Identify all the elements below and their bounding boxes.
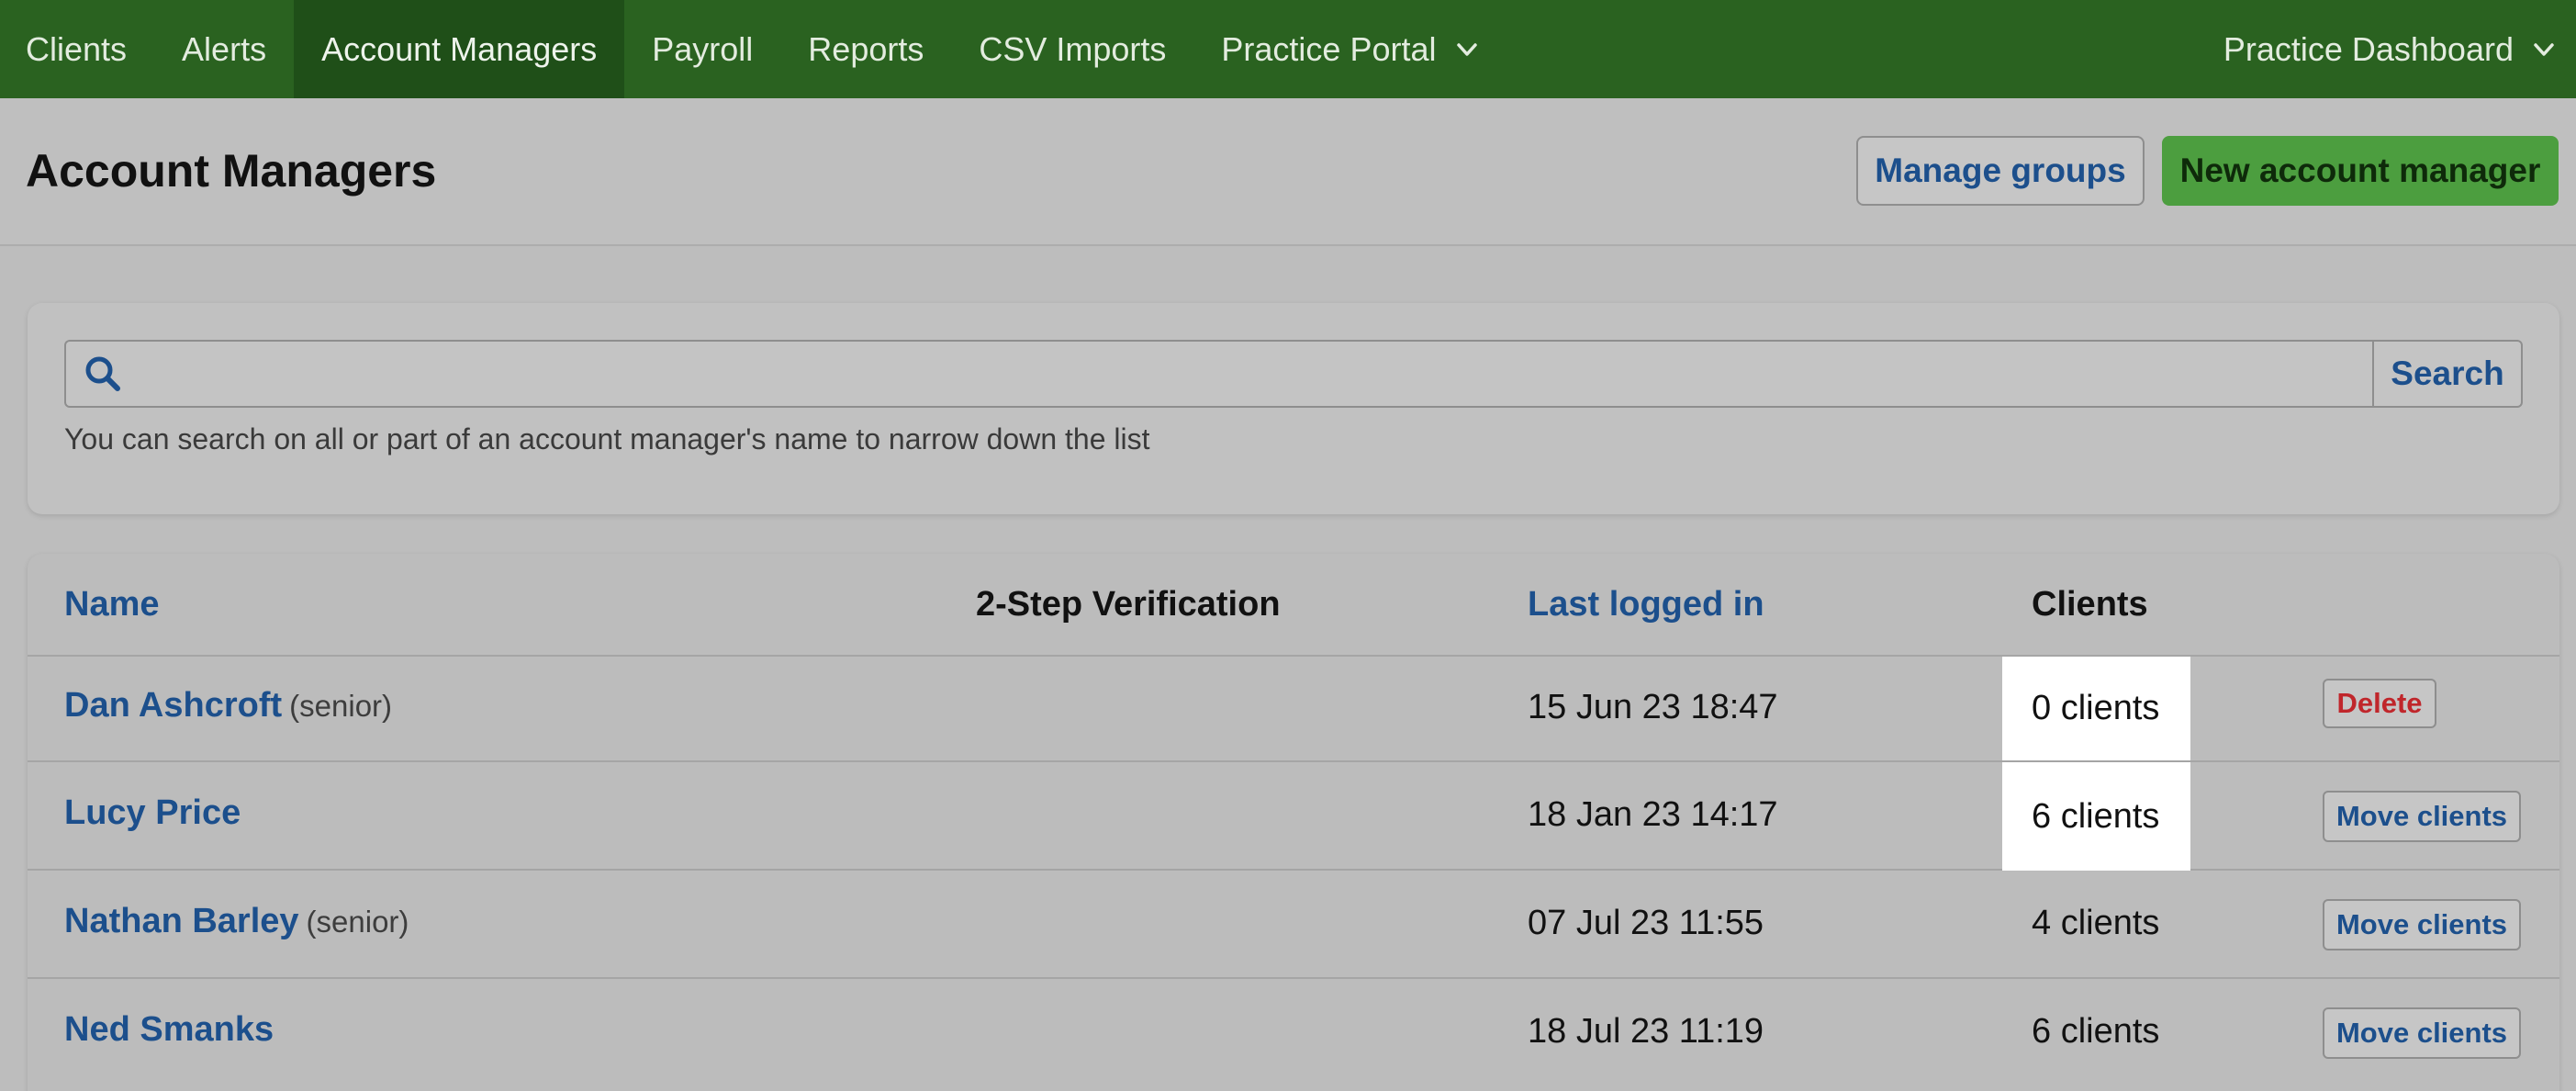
search-help-text: You can search on all or part of an acco…	[64, 422, 1150, 456]
practice-dashboard-label: Practice Dashboard	[2223, 29, 2514, 68]
search-input[interactable]	[140, 342, 2372, 406]
manager-name-cell: Ned Smanks	[64, 1010, 281, 1050]
chevron-down-icon	[1456, 42, 1477, 56]
manager-name-link[interactable]: Ned Smanks	[64, 1010, 274, 1049]
page-title: Account Managers	[26, 145, 437, 197]
table-row: Lucy Price 18 Jan 23 14:17 6 clients Mov…	[28, 762, 2559, 871]
nav-item-account-managers[interactable]: Account Managers	[294, 0, 625, 98]
nav-item-practice-portal-label: Practice Portal	[1221, 29, 1437, 68]
manager-name-cell: Lucy Price	[64, 793, 248, 833]
page-header: Account Managers Manage groups New accou…	[0, 98, 2576, 246]
last-logged-in: 18 Jul 23 11:19	[1528, 1012, 1764, 1051]
manager-name-link[interactable]: Nathan Barley	[64, 902, 299, 940]
search-panel: Search You can search on all or part of …	[28, 303, 2559, 514]
column-header-clients: Clients	[2032, 585, 2148, 624]
last-logged-in: 18 Jan 23 14:17	[1528, 795, 1778, 834]
manager-name-cell: Dan Ashcroft (senior)	[64, 686, 392, 725]
manager-role: (senior)	[289, 689, 393, 723]
clients-count: 4 clients	[2032, 904, 2160, 942]
manager-name-cell: Nathan Barley (senior)	[64, 902, 409, 941]
delete-button[interactable]: Delete	[2323, 679, 2436, 728]
manager-role: (senior)	[306, 905, 409, 939]
last-logged-in: 15 Jun 23 18:47	[1528, 688, 1778, 726]
clients-count: 0 clients	[2002, 657, 2190, 760]
nav-item-payroll[interactable]: Payroll	[624, 0, 780, 98]
move-clients-button[interactable]: Move clients	[2323, 1007, 2521, 1059]
nav-item-reports[interactable]: Reports	[780, 0, 951, 98]
nav-item-clients[interactable]: Clients	[0, 0, 154, 98]
column-header-name[interactable]: Name	[64, 585, 160, 624]
manager-name-link[interactable]: Dan Ashcroft	[64, 686, 282, 725]
manager-name-link[interactable]: Lucy Price	[64, 793, 241, 832]
table-row: Ned Smanks 18 Jul 23 11:19 6 clients Mov…	[28, 979, 2559, 1087]
search-icon	[66, 342, 140, 406]
top-navigation: Clients Alerts Account Managers Payroll …	[0, 0, 2576, 98]
nav-item-practice-dashboard[interactable]: Practice Dashboard	[2196, 0, 2576, 98]
column-header-last-logged-in[interactable]: Last logged in	[1528, 585, 1764, 624]
manage-groups-button[interactable]: Manage groups	[1856, 136, 2145, 206]
move-clients-button[interactable]: Move clients	[2323, 791, 2521, 842]
nav-item-practice-portal[interactable]: Practice Portal	[1193, 0, 1509, 98]
nav-item-alerts[interactable]: Alerts	[154, 0, 294, 98]
account-managers-table: Name 2-Step Verification Last logged in …	[28, 554, 2559, 1091]
move-clients-button[interactable]: Move clients	[2323, 899, 2521, 950]
last-logged-in: 07 Jul 23 11:55	[1528, 904, 1764, 942]
table-row: Dan Ashcroft (senior) 15 Jun 23 18:47 0 c…	[28, 657, 2559, 762]
clients-count: 6 clients	[2002, 762, 2190, 871]
table-header-row: Name 2-Step Verification Last logged in …	[28, 554, 2559, 657]
search-box: Search	[64, 340, 2523, 408]
table-row: Nathan Barley (senior) 07 Jul 23 11:55 4 …	[28, 871, 2559, 979]
nav-item-csv-imports[interactable]: CSV Imports	[951, 0, 1193, 98]
clients-count: 6 clients	[2032, 1012, 2160, 1051]
column-header-2-step-verification: 2-Step Verification	[976, 585, 1281, 624]
new-account-manager-button[interactable]: New account manager	[2162, 136, 2559, 206]
chevron-down-icon	[2534, 42, 2554, 56]
search-button[interactable]: Search	[2372, 342, 2521, 406]
